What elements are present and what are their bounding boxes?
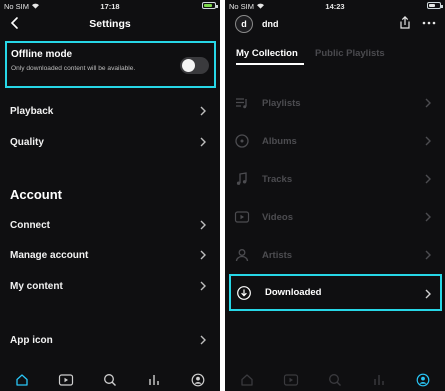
chevron-right-icon [423,97,433,109]
tab-my-collection[interactable] [368,371,390,389]
tab-search[interactable] [324,371,346,389]
tab-my-collection[interactable]: My Collection [236,48,298,59]
settings-item-label: Playback [10,105,54,117]
profile-icon [191,373,205,387]
collection-item-downloaded[interactable]: Downloaded [229,274,442,311]
chevron-right-icon [423,211,433,223]
offline-mode-toggle[interactable] [180,57,209,74]
chevron-right-icon [198,105,208,117]
chevron-right-icon [198,249,208,261]
videos-icon [58,374,74,386]
artist-icon [235,249,249,262]
settings-item-manage-account[interactable]: Manage account [0,246,220,264]
playlist-icon [236,98,247,109]
settings-item-label: Connect [10,219,50,231]
tab-videos[interactable] [280,371,302,389]
search-icon [104,374,116,386]
collection-item-tracks[interactable]: Tracks [225,170,445,188]
status-time: 14:23 [325,2,345,11]
settings-item-quality[interactable]: Quality [0,133,220,151]
chevron-right-icon [423,135,433,147]
tab-public-playlists[interactable]: Public Playlists [315,48,385,59]
settings-item-label: My content [10,280,63,292]
settings-item-label: App icon [10,334,53,346]
settings-item-playback[interactable]: Playback [0,102,220,120]
album-icon [235,134,249,148]
tab-label: My Collection [236,48,298,59]
more-button[interactable] [421,15,437,30]
download-icon [237,285,251,300]
tab-my-collection[interactable] [143,371,165,389]
my-collection-icon [149,375,159,385]
tab-home[interactable] [11,371,33,389]
profile-avatar[interactable]: d [235,15,253,33]
collection-item-label: Playlists [262,97,301,109]
battery-icon [202,2,218,9]
settings-item-label: Manage account [10,249,89,261]
offline-mode-description: Only downloaded content will be availabl… [11,65,136,72]
settings-screen: No SIM 17:18 Settings Offline mode Only … [0,0,220,391]
settings-item-label: Quality [10,136,44,148]
collection-item-videos[interactable]: Videos [225,208,445,226]
status-time: 17:18 [100,2,120,11]
tab-search[interactable] [99,371,121,389]
tab-underline [236,63,304,65]
search-icon [329,374,341,386]
settings-item-app-icon[interactable]: App icon [0,331,220,349]
bottom-tab-bar [0,369,220,391]
profile-name: dnd [262,19,279,29]
tab-label: Public Playlists [315,48,385,59]
collection-item-label: Tracks [262,173,293,185]
chevron-right-icon [198,280,208,292]
account-heading: Account [10,187,62,202]
tab-videos[interactable] [55,371,77,389]
collection-item-playlists[interactable]: Playlists [225,94,445,112]
profile-icon [416,373,430,387]
bottom-tab-bar [225,369,445,391]
tab-home[interactable] [236,371,258,389]
share-icon [400,16,410,29]
chevron-right-icon [198,334,208,346]
collection-item-label: Videos [262,211,293,223]
offline-mode-title: Offline mode [11,49,73,60]
more-options-icon [422,21,436,25]
my-collection-icon [374,375,384,385]
collection-item-artists[interactable]: Artists [225,246,445,264]
offline-mode-row[interactable]: Offline mode Only downloaded content wil… [5,41,216,88]
video-icon [234,211,250,223]
collection-item-label: Albums [262,135,297,147]
music-note-icon [236,172,247,185]
collection-item-label: Downloaded [265,287,322,298]
share-button[interactable] [398,15,412,30]
toggle-knob [182,59,195,72]
chevron-right-icon [423,173,433,185]
chevron-right-icon [423,287,433,305]
home-icon [16,374,28,386]
settings-item-connect[interactable]: Connect [0,216,220,234]
status-bar: No SIM 17:18 [0,0,220,12]
settings-item-my-content[interactable]: My content [0,277,220,295]
home-icon [241,374,253,386]
collection-item-label: Artists [262,249,293,261]
status-bar: No SIM 14:23 [225,0,445,12]
tab-profile[interactable] [187,371,209,389]
collection-item-albums[interactable]: Albums [225,132,445,150]
tab-profile[interactable] [412,371,434,389]
page-title: Settings [89,18,131,30]
chevron-right-icon [423,249,433,261]
avatar-initial: d [241,19,247,29]
battery-icon [427,2,443,9]
collection-screen: No SIM 14:23 d dnd My Collection Public … [225,0,445,391]
videos-icon [283,374,299,386]
chevron-right-icon [198,136,208,148]
chevron-right-icon [198,219,208,231]
